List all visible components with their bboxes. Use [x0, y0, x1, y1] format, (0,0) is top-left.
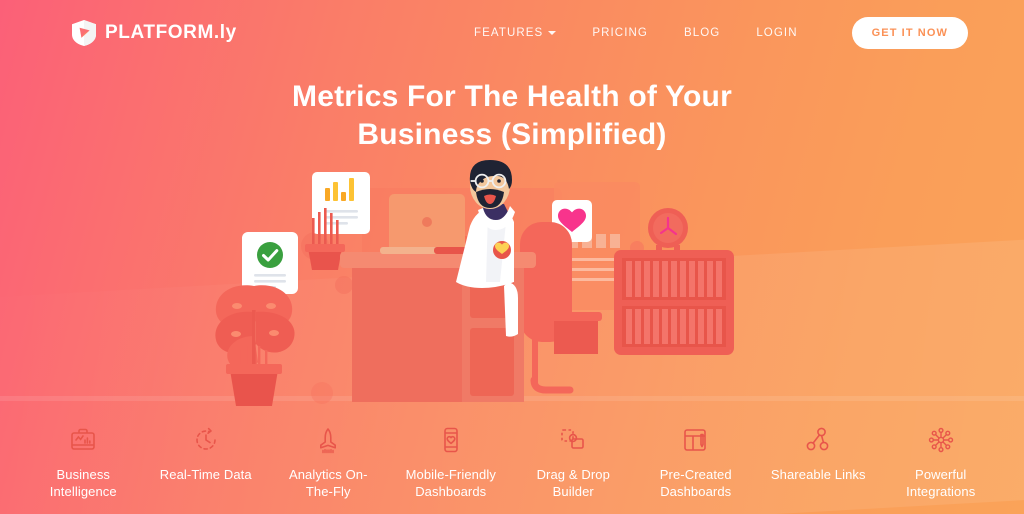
deco-circle-2: [335, 276, 353, 294]
feature-label: Pre-Created Dashboards: [659, 467, 732, 499]
feature-label: Drag & Drop Builder: [536, 467, 610, 499]
deco-circle-3: [311, 382, 333, 404]
get-it-now-button[interactable]: GET IT NOW: [851, 17, 968, 49]
feature-label: Mobile-Friendly Dashboards: [405, 467, 496, 499]
nav-item-features[interactable]: FEATURES: [474, 27, 557, 39]
shield-play-icon: [72, 20, 96, 46]
bookshelf: [614, 250, 734, 355]
feature-drag-drop-builder[interactable]: Drag & Drop Builder: [512, 423, 635, 500]
feature-pre-created-dashboards[interactable]: Pre-Created Dashboards: [635, 423, 758, 500]
main-navigation: FEATURES PRICING BLOG LOGIN GET IT NOW: [474, 17, 968, 49]
nav-item-blog[interactable]: BLOG: [684, 27, 720, 39]
feature-mobile-friendly-dashboards[interactable]: Mobile-Friendly Dashboards: [390, 423, 513, 500]
dashboard-layout-icon: [635, 423, 758, 457]
monstera-plant: [215, 285, 295, 406]
feature-label: Business Intelligence: [49, 467, 117, 499]
logo-text: PLATFORM.ly: [105, 22, 237, 43]
airplane-icon: [267, 423, 390, 457]
stool: [550, 312, 602, 354]
nav-item-features-label: FEATURES: [474, 27, 544, 39]
feature-shareable-links[interactable]: Shareable Links: [757, 423, 880, 483]
office-chair: [520, 222, 574, 394]
feature-label: Shareable Links: [770, 467, 866, 482]
laptop: [380, 194, 480, 254]
feature-analytics-on-the-fly[interactable]: Analytics On- The-Fly: [267, 423, 390, 500]
feature-label: Analytics On- The-Fly: [288, 467, 368, 499]
hero-title-line-1: Metrics For The Health of Your: [292, 80, 732, 113]
feature-label: Powerful Integrations: [906, 467, 976, 499]
site-header: PLATFORM.ly FEATURES PRICING BLOG LOGIN …: [0, 0, 1024, 66]
share-nodes-icon: [757, 423, 880, 457]
chevron-down-icon: [548, 31, 557, 35]
landing-page: PLATFORM.ly FEATURES PRICING BLOG LOGIN …: [0, 0, 1024, 514]
hero-title: Metrics For The Health of Your Business …: [0, 78, 1024, 154]
feature-real-time-data[interactable]: Real-Time Data: [145, 423, 268, 483]
drag-drop-icon: [512, 423, 635, 457]
feature-business-intelligence[interactable]: Business Intelligence: [22, 423, 145, 500]
checkmark-card: [242, 232, 298, 294]
integrations-network-icon: [880, 423, 1003, 457]
wall-clock: [648, 208, 688, 253]
office-scene-illustration: [215, 160, 734, 406]
briefcase-chart-icon: [22, 423, 145, 457]
logo[interactable]: PLATFORM.ly: [72, 20, 237, 46]
mobile-phone-icon: [390, 423, 513, 457]
feature-strip: Business Intelligence Real-Time Data Ana…: [0, 423, 1024, 500]
stopwatch-icon: [145, 423, 268, 457]
nav-item-pricing[interactable]: PRICING: [592, 27, 648, 39]
hero-title-line-2: Business (Simplified): [357, 118, 667, 151]
nav-item-login[interactable]: LOGIN: [756, 27, 797, 39]
feature-label: Real-Time Data: [159, 467, 252, 482]
feature-powerful-integrations[interactable]: Powerful Integrations: [880, 423, 1003, 500]
bar-chart-card: [312, 172, 370, 234]
hero-illustration: [0, 160, 1024, 406]
